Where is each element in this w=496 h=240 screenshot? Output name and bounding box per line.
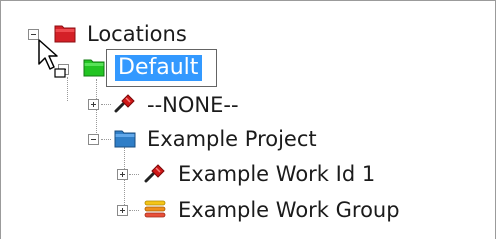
- tree-node-label: Example Work Group: [178, 198, 400, 222]
- collapse-toggle[interactable]: [88, 134, 99, 145]
- rename-input[interactable]: Default: [106, 49, 217, 87]
- red-pin-icon: [114, 94, 135, 113]
- tree-view[interactable]: Locations Default --NONE-- Example Proje…: [0, 0, 496, 239]
- selected-text: Default: [115, 55, 203, 81]
- expand-toggle[interactable]: [117, 169, 128, 180]
- red-pin-icon: [144, 164, 165, 183]
- tree-node-label: Example Work Id 1: [178, 162, 376, 186]
- blue-folder-icon: [114, 130, 136, 148]
- move-cursor-icon: [38, 39, 66, 78]
- expand-toggle[interactable]: [117, 205, 128, 216]
- tree-guide-line: [129, 210, 139, 211]
- tree-node-label: Example Project: [147, 127, 317, 151]
- tree-node-label: Locations: [87, 22, 187, 46]
- tree-guide-line: [101, 104, 111, 105]
- tree-node-label: --NONE--: [147, 93, 239, 117]
- green-folder-icon: [83, 59, 105, 77]
- tree-guide-line: [96, 79, 97, 141]
- tree-guide-line: [129, 174, 139, 175]
- expand-toggle[interactable]: [88, 99, 99, 110]
- tree-guide-line: [101, 139, 111, 140]
- stack-icon: [144, 200, 166, 218]
